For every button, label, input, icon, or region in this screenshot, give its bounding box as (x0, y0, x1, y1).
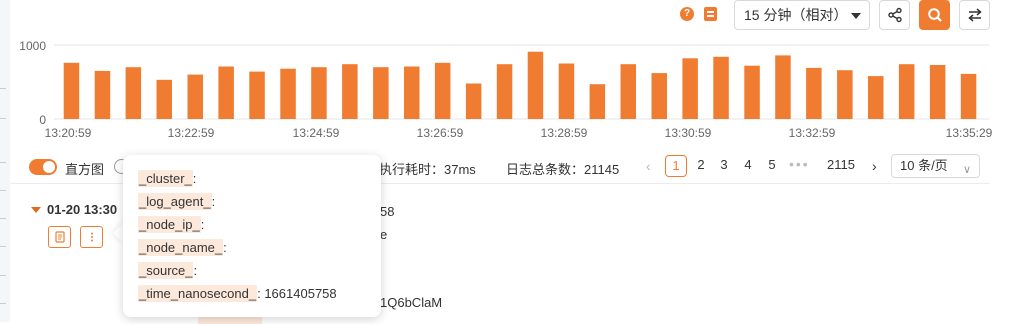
page-size-label: 10 条/页 (900, 158, 948, 173)
histogram-bar[interactable] (125, 67, 142, 119)
histogram-bar[interactable] (868, 76, 884, 119)
time-range-select[interactable]: 15 分钟（相对） (734, 0, 870, 30)
histogram-bar[interactable] (311, 67, 327, 119)
share-icon (887, 7, 902, 23)
histogram-bar[interactable] (434, 62, 451, 119)
prev-page-button[interactable]: ‹ (646, 158, 651, 174)
log-field-key (198, 316, 262, 324)
popup-field-value: 1661405758 (264, 286, 337, 301)
more-actions-button[interactable] (80, 226, 103, 248)
swap-icon (967, 8, 982, 22)
histogram-bar[interactable] (929, 65, 946, 119)
x-tick-label: 13:35:29 (945, 126, 993, 140)
execution-time: 执行耗时：37ms (379, 162, 476, 177)
x-tick-label: 13:32:59 (788, 126, 836, 140)
document-icon (54, 231, 65, 243)
more-vertical-icon (90, 232, 93, 242)
histogram-bar[interactable] (218, 66, 234, 120)
popup-field-time-nanosecond[interactable]: _time_nanosecond_: 1661405758 (138, 285, 337, 302)
x-tick-label: 13:22:59 (167, 126, 215, 140)
x-tick-label: 13:30:59 (664, 126, 712, 140)
popup-field-cluster[interactable]: _cluster_: (138, 170, 196, 187)
histogram-svg (54, 44, 989, 120)
histogram-bar[interactable] (713, 56, 729, 119)
histogram-bar[interactable] (465, 83, 482, 120)
popup-field-node-ip[interactable]: _node_ip_: (138, 216, 204, 233)
histogram-bar[interactable] (960, 73, 977, 119)
histogram-bar[interactable] (620, 64, 637, 119)
swap-button[interactable] (959, 0, 990, 30)
histogram-bar[interactable] (527, 51, 544, 120)
histogram-bar[interactable] (837, 70, 853, 119)
last-page[interactable]: 2115 (820, 155, 862, 177)
histogram-bar[interactable] (651, 73, 668, 119)
y-tick-label: 1000 (19, 39, 46, 53)
total-log-count: 日志总条数：21145 (506, 162, 620, 177)
histogram-bar[interactable] (898, 64, 915, 119)
x-tick-label: 13:20:59 (44, 126, 92, 140)
popup-field-source[interactable]: _source_: (138, 262, 197, 279)
histogram-bar[interactable] (63, 62, 80, 119)
histogram-bar[interactable] (373, 67, 389, 119)
search-icon (927, 8, 942, 22)
histogram-bar[interactable] (342, 64, 358, 119)
page-5[interactable]: 5 (761, 155, 783, 177)
page-2[interactable]: 2 (690, 155, 712, 177)
x-tick-label: 13:28:59 (540, 126, 588, 140)
histogram-bar[interactable] (775, 55, 791, 119)
log-field-value: e (380, 227, 388, 242)
histogram-bar[interactable] (558, 63, 575, 120)
page-4[interactable]: 4 (737, 155, 759, 177)
chevron-down-icon: ∨ (962, 164, 971, 176)
expand-caret-icon[interactable] (31, 207, 41, 213)
document-icon[interactable] (704, 7, 717, 21)
histogram-bar[interactable] (682, 58, 698, 119)
page-ellipsis[interactable]: ••• (789, 156, 810, 172)
x-tick-label: 13:26:59 (416, 126, 464, 140)
log-field-value: 1Q6bClaM (380, 295, 443, 310)
field-menu-popup: _cluster_: _log_agent_: _node_ip_: _node… (123, 155, 381, 317)
search-button[interactable] (919, 0, 950, 30)
histogram-bar[interactable] (156, 79, 173, 119)
page-3[interactable]: 3 (713, 155, 735, 177)
share-button[interactable] (879, 0, 910, 30)
histogram-toggle-label: 直方图 (65, 162, 105, 177)
log-timestamp: 01-20 13:30 (47, 202, 118, 217)
time-range-label: 15 分钟（相对） (744, 7, 848, 23)
popup-field-log-agent[interactable]: _log_agent_: (138, 193, 215, 210)
view-detail-button[interactable] (48, 226, 71, 248)
histogram-bar[interactable] (806, 67, 822, 119)
histogram-bar[interactable] (249, 71, 265, 119)
popup-field-node-name[interactable]: _node_name_: (138, 239, 227, 256)
histogram-bar[interactable] (589, 84, 606, 119)
histogram-bar[interactable] (404, 66, 420, 120)
page-1[interactable]: 1 (665, 155, 687, 177)
histogram-chart: 1000 0 (0, 30, 1009, 145)
x-tick-label: 13:24:59 (292, 126, 340, 140)
histogram-bar[interactable] (496, 64, 513, 119)
histogram-bar[interactable] (94, 70, 111, 119)
histogram-bar[interactable] (744, 65, 760, 119)
histogram-toggle[interactable] (29, 159, 57, 175)
page-size-select[interactable]: 10 条/页 ∨ (891, 154, 980, 178)
histogram-bar[interactable] (280, 68, 296, 119)
caret-down-icon (851, 13, 861, 19)
log-field-value: 58 (380, 204, 395, 219)
y-tick-label: 0 (39, 113, 46, 127)
help-icon[interactable]: ? (680, 7, 694, 21)
next-page-button[interactable]: › (872, 158, 877, 174)
histogram-bar[interactable] (187, 74, 204, 119)
